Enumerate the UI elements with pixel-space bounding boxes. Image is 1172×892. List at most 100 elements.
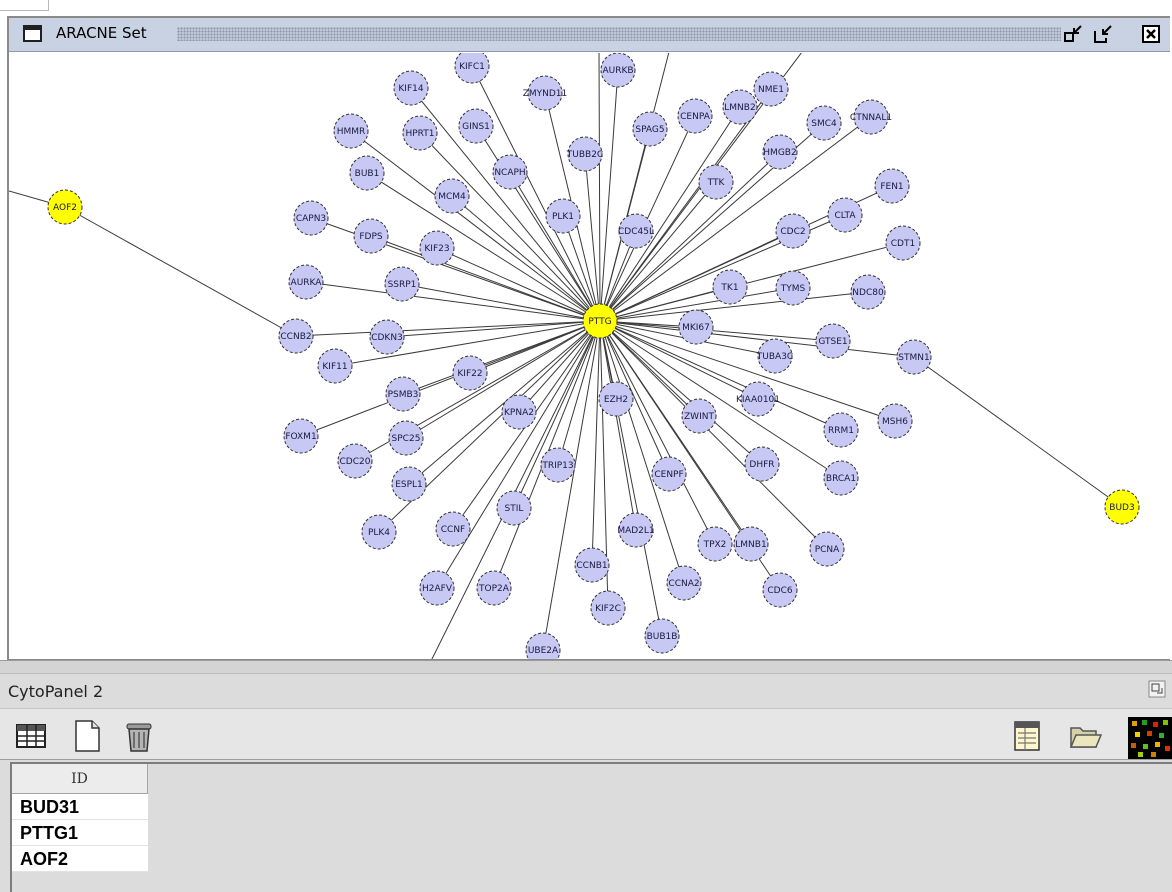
- network-node[interactable]: AURKB: [600, 53, 636, 88]
- network-node[interactable]: MSH6: [877, 403, 913, 439]
- network-node[interactable]: KIFC1: [454, 53, 490, 84]
- network-node[interactable]: SMC4: [806, 105, 842, 141]
- network-node[interactable]: TOP2A: [476, 570, 512, 606]
- network-node[interactable]: FDPS: [353, 218, 389, 254]
- network-node[interactable]: GINS1: [458, 108, 494, 144]
- network-node[interactable]: FOXM1: [283, 418, 319, 454]
- network-node[interactable]: STMN1: [896, 339, 932, 375]
- network-node[interactable]: FEN1: [874, 168, 910, 204]
- network-node[interactable]: CLTA: [827, 197, 863, 233]
- table-view-icon[interactable]: [14, 719, 48, 753]
- network-node[interactable]: MCM4: [434, 178, 470, 214]
- network-node[interactable]: CCNA2: [666, 565, 702, 601]
- network-node[interactable]: TYMS: [775, 270, 811, 306]
- node-label: GINS1: [462, 122, 490, 132]
- window-titlebar[interactable]: ARACNE Set: [9, 18, 1170, 52]
- network-node[interactable]: KIF14: [393, 70, 429, 106]
- network-node[interactable]: CCNB2: [278, 318, 314, 354]
- network-node[interactable]: BUD3: [1104, 489, 1140, 525]
- network-node[interactable]: AOF2: [47, 189, 83, 225]
- network-node[interactable]: GTSE1: [815, 323, 851, 359]
- network-node[interactable]: TPX2: [697, 526, 733, 562]
- network-node[interactable]: KPNA2: [501, 394, 537, 430]
- network-node[interactable]: EZH2: [598, 381, 634, 417]
- column-header-id[interactable]: ID: [12, 764, 148, 794]
- network-node[interactable]: PLK4: [361, 514, 397, 550]
- network-node[interactable]: CDC45L: [618, 213, 654, 249]
- network-node[interactable]: KIAA0101: [736, 381, 780, 417]
- float-window-icon[interactable]: [1064, 24, 1084, 44]
- network-node[interactable]: RRM1: [823, 412, 859, 448]
- network-node[interactable]: CENPF: [651, 456, 687, 492]
- network-node[interactable]: LMNB1: [733, 526, 769, 562]
- network-edge: [598, 53, 601, 322]
- node-label: PSMB3: [388, 390, 419, 400]
- network-node[interactable]: MAD2L1: [617, 512, 655, 548]
- node-label: H2AFV: [422, 584, 453, 594]
- network-node[interactable]: ZMYND11: [523, 75, 568, 111]
- table-row[interactable]: AOF2: [12, 846, 148, 872]
- network-node[interactable]: CDC20: [337, 443, 373, 479]
- network-graph[interactable]: PTTG AOF2 BUD3 CCNB2 STMN1 KIF14 KIFC1 AURKB ZMY…: [9, 53, 1172, 659]
- network-node[interactable]: BRCA1: [823, 460, 859, 496]
- network-node[interactable]: BUB1B: [644, 618, 680, 654]
- table-row[interactable]: BUD31: [12, 794, 148, 820]
- column-chooser-icon[interactable]: [1010, 719, 1044, 753]
- network-node[interactable]: CDC6: [762, 572, 798, 608]
- dock-window-icon[interactable]: [1093, 24, 1113, 44]
- network-node[interactable]: TK1: [712, 269, 748, 305]
- network-node[interactable]: CCNF: [435, 511, 471, 547]
- network-node[interactable]: PSMB3: [385, 376, 421, 412]
- network-node[interactable]: CAPN3: [293, 200, 329, 236]
- network-node[interactable]: NME1: [753, 71, 789, 107]
- network-node[interactable]: PLK1: [545, 198, 581, 234]
- network-node[interactable]: AURKA: [288, 264, 324, 300]
- network-node[interactable]: SPAG5: [632, 111, 668, 147]
- node-label: TOP2A: [478, 584, 510, 594]
- network-node[interactable]: HMGB2: [762, 134, 798, 170]
- network-node[interactable]: UBE2A: [525, 632, 561, 659]
- network-node[interactable]: KIF23: [419, 230, 455, 266]
- network-node[interactable]: PCNA: [809, 531, 845, 567]
- network-node[interactable]: HPRT1: [402, 115, 438, 151]
- network-node[interactable]: H2AFV: [419, 570, 455, 606]
- node-label: MAD2L1: [617, 526, 654, 536]
- network-node[interactable]: HMMR: [333, 113, 369, 149]
- network-node[interactable]: BUB1: [349, 155, 385, 191]
- network-node[interactable]: KIF2C: [590, 590, 626, 626]
- network-node[interactable]: KIF22: [452, 355, 488, 391]
- network-node[interactable]: PTTG: [582, 303, 618, 339]
- node-attribute-table[interactable]: ID BUD31 PTTG1 AOF2: [10, 762, 1172, 892]
- panel-splitter[interactable]: [0, 660, 1172, 674]
- panel-float-icon[interactable]: [1148, 680, 1166, 698]
- network-node[interactable]: CDC2: [775, 213, 811, 249]
- close-window-icon[interactable]: [1141, 24, 1161, 44]
- network-node[interactable]: TUBA3C: [756, 338, 793, 374]
- network-node[interactable]: CCNB1: [574, 547, 610, 583]
- network-node[interactable]: CDT1: [885, 225, 921, 261]
- heatmap-icon[interactable]: [1128, 717, 1172, 759]
- network-node[interactable]: TUBB2C: [566, 136, 603, 172]
- network-node[interactable]: ESPL1: [391, 466, 427, 502]
- network-node[interactable]: DHFR: [744, 446, 780, 482]
- network-node[interactable]: ZWINT: [681, 398, 717, 434]
- network-node[interactable]: NDC80: [850, 274, 886, 310]
- node-label: CDC20: [340, 457, 371, 467]
- network-node[interactable]: LMNB2: [722, 89, 758, 125]
- network-node[interactable]: SPC25: [388, 420, 424, 456]
- network-node[interactable]: STIL: [496, 490, 532, 526]
- network-node[interactable]: MKI67: [678, 309, 714, 345]
- network-canvas[interactable]: PTTG AOF2 BUD3 CCNB2 STMN1 KIF14 KIFC1 AURKB ZMY…: [9, 53, 1172, 659]
- network-node[interactable]: CTNNAL1: [850, 99, 892, 135]
- network-node[interactable]: CENPA: [677, 98, 713, 134]
- network-node[interactable]: TRIP13: [540, 447, 576, 483]
- network-node[interactable]: CDKN3: [369, 319, 405, 355]
- network-node[interactable]: KIF11: [317, 348, 353, 384]
- table-row[interactable]: PTTG1: [12, 820, 148, 846]
- new-document-icon[interactable]: [70, 719, 104, 753]
- network-node[interactable]: TTK: [698, 164, 734, 200]
- open-folder-icon[interactable]: [1068, 719, 1102, 753]
- network-node[interactable]: NCAPH: [492, 154, 528, 190]
- trash-icon[interactable]: [122, 719, 156, 753]
- network-node[interactable]: SSRP1: [384, 266, 420, 302]
